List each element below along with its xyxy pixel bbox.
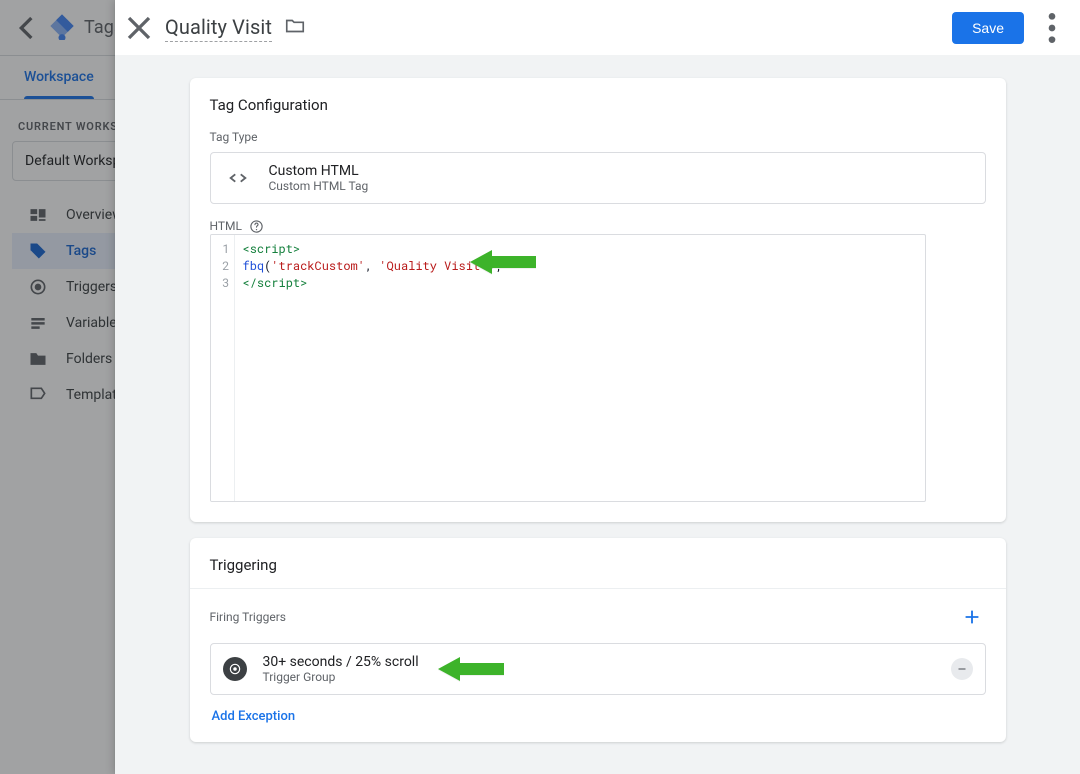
trigger-type: Trigger Group (263, 670, 419, 684)
tag-type-sub: Custom HTML Tag (269, 179, 369, 193)
help-icon[interactable] (248, 218, 264, 234)
more-icon[interactable] (1032, 8, 1072, 48)
html-field-label: HTML (210, 219, 243, 233)
tag-type-name: Custom HTML (269, 163, 369, 179)
save-button[interactable]: Save (952, 12, 1024, 44)
code-icon (223, 163, 253, 193)
panel-header: Quality Visit Save (115, 0, 1080, 56)
tag-config-heading: Tag Configuration (210, 96, 986, 114)
tag-editor-panel: Quality Visit Save Tag Configuration Tag… (115, 0, 1080, 774)
html-code-editor[interactable]: 1 2 3 <script> fbq('trackCustom', 'Quali… (210, 234, 926, 502)
tag-type-label: Tag Type (210, 130, 986, 144)
trigger-row[interactable]: 30+ seconds / 25% scroll Trigger Group (210, 643, 986, 695)
tag-name-input[interactable]: Quality Visit (165, 13, 272, 42)
firing-triggers-label: Firing Triggers (210, 610, 286, 624)
trigger-group-icon (223, 657, 247, 681)
triggering-card: Triggering Firing Triggers 30+ seconds /… (190, 538, 1006, 742)
close-icon[interactable] (119, 8, 159, 48)
add-exception-link[interactable]: Add Exception (212, 709, 296, 724)
overlay-scrim[interactable] (0, 0, 115, 774)
code-gutter: 1 2 3 (211, 235, 235, 501)
trigger-name: 30+ seconds / 25% scroll (263, 654, 419, 670)
tag-config-card: Tag Configuration Tag Type Custom HTML C… (190, 78, 1006, 522)
triggering-heading: Triggering (210, 556, 986, 574)
tag-type-selector[interactable]: Custom HTML Custom HTML Tag (210, 152, 986, 204)
remove-trigger-button[interactable] (951, 658, 973, 680)
folder-outline-icon[interactable] (284, 15, 306, 41)
code-content[interactable]: <script> fbq('trackCustom', 'Quality Vis… (235, 235, 925, 501)
add-trigger-button[interactable] (958, 603, 986, 631)
